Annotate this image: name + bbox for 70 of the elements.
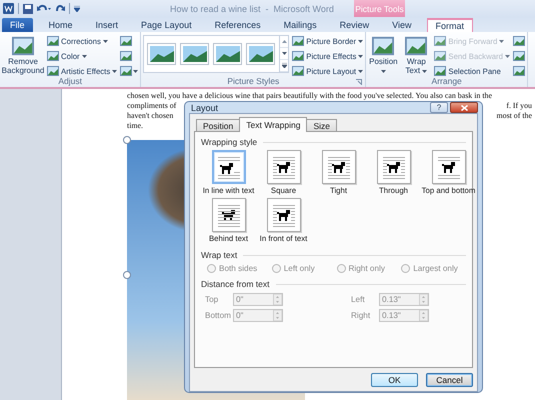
field-label: Bottom — [205, 311, 232, 320]
undo-icon[interactable] — [37, 4, 51, 14]
field-label: Left — [351, 295, 366, 304]
app-logo-icon[interactable] — [3, 3, 14, 14]
section-heading: Wrap text — [201, 250, 238, 260]
picture-icon — [47, 50, 59, 62]
picture-icon — [47, 65, 59, 78]
arrow-down-icon — [282, 52, 287, 55]
ribbon-tab[interactable]: Home — [40, 18, 81, 32]
selection-handle[interactable] — [123, 271, 131, 279]
field-label: Right — [351, 311, 372, 320]
picture-icon — [292, 65, 304, 78]
picture-icon — [47, 35, 59, 48]
picture-icon — [434, 65, 446, 78]
picture-icon — [12, 34, 34, 57]
ribbon-icon-button[interactable] — [512, 50, 525, 63]
save-icon[interactable] — [23, 4, 33, 14]
redo-icon[interactable] — [55, 4, 65, 14]
ribbon-button[interactable]: Remove Background — [2, 34, 44, 75]
ribbon-icon-button[interactable] — [120, 64, 138, 78]
picture-icon — [120, 35, 132, 48]
ribbon-tab[interactable]: View — [384, 18, 420, 32]
picture-icon — [120, 50, 132, 62]
ribbon-tab[interactable]: File — [2, 18, 33, 32]
group-label: Picture Styles — [227, 76, 280, 86]
dialog-title: Layout — [190, 102, 218, 112]
picture-icon — [292, 35, 304, 48]
picture-icon — [512, 65, 525, 78]
close-icon — [460, 104, 468, 110]
section-heading: Distance from text — [201, 279, 270, 289]
dialog-tab[interactable]: Position — [196, 119, 240, 132]
section-heading: Wrapping style — [201, 137, 258, 147]
help-button[interactable]: ? — [430, 102, 448, 113]
more-icon — [282, 62, 287, 68]
selection-handle[interactable] — [123, 136, 131, 144]
picture-icon — [434, 35, 446, 48]
ribbon-tab[interactable]: Review — [332, 18, 378, 32]
style-thumbnail[interactable] — [246, 42, 276, 65]
style-thumbnail[interactable] — [147, 42, 176, 65]
dialog-tab[interactable]: Text Wrapping — [239, 117, 308, 132]
group-label: Adjust — [58, 76, 82, 86]
ribbon-tab[interactable]: Mailings — [276, 18, 325, 32]
ribbon-button[interactable]: Position — [368, 34, 398, 75]
close-button[interactable] — [450, 102, 478, 113]
picture-icon — [372, 34, 394, 57]
context-tab-header: Picture Tools — [354, 0, 405, 17]
field-label: Top — [205, 295, 220, 304]
ribbon-icon-button[interactable] — [512, 64, 525, 78]
picture-icon — [405, 34, 428, 57]
arrow-up-icon — [282, 40, 287, 43]
dialog-button[interactable]: Cancel — [426, 373, 473, 387]
picture-icon — [292, 50, 304, 62]
dialog-launcher-icon[interactable] — [356, 78, 362, 85]
picture-icon — [120, 65, 132, 78]
picture-icon — [512, 50, 525, 62]
ribbon-tab[interactable]: References — [206, 18, 269, 32]
ribbon-icon-button[interactable] — [512, 34, 525, 48]
style-thumbnail[interactable] — [180, 42, 210, 65]
window-title: How to read a wine list - Microsoft Word — [170, 4, 334, 14]
picture-icon — [434, 50, 446, 62]
ribbon-button[interactable]: Wrap Text — [401, 34, 432, 75]
customize-icon[interactable] — [74, 6, 80, 12]
ribbon-tab[interactable]: Format — [426, 18, 474, 32]
group-label: Arrange — [432, 76, 462, 86]
dialog-tab[interactable]: Size — [306, 119, 337, 132]
dialog-button[interactable]: OK — [371, 373, 418, 387]
ribbon-tab[interactable]: Insert — [88, 18, 126, 32]
style-thumbnail[interactable] — [213, 42, 242, 65]
picture-icon — [512, 35, 525, 48]
ribbon-tab[interactable]: Page Layout — [133, 18, 200, 32]
